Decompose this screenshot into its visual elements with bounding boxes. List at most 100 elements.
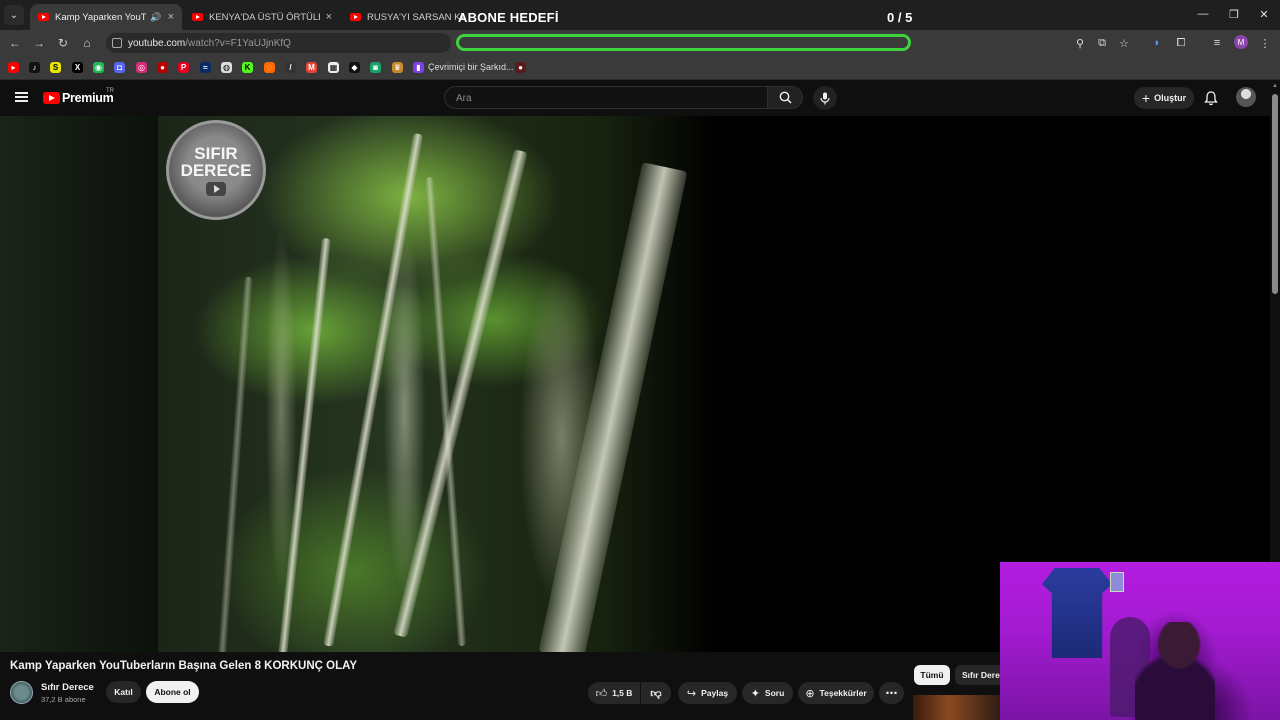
- microphone-icon: [820, 92, 830, 104]
- scrollbar-thumb[interactable]: [1272, 94, 1278, 294]
- subscriber-goal-count: 0 / 5: [887, 10, 913, 25]
- thanks-button[interactable]: ⊕ Teşekkürler: [798, 682, 874, 704]
- close-window-icon[interactable]: ✕: [1249, 4, 1279, 24]
- bookmark-instagram-icon[interactable]: ◎: [136, 62, 147, 73]
- notifications-bell-icon[interactable]: [1203, 90, 1219, 106]
- bookmark-gmail-icon[interactable]: M: [306, 62, 317, 73]
- youtube-masthead: Premium TR Ara + Oluştur: [0, 80, 1270, 116]
- youtube-premium-logo[interactable]: Premium TR: [43, 88, 114, 105]
- menu-kebab-icon[interactable]: ⋮: [1257, 35, 1273, 51]
- bookmark-youtube-icon[interactable]: ▸: [8, 62, 19, 73]
- bookmark-tiktok-icon[interactable]: ♪: [29, 62, 40, 73]
- back-icon[interactable]: ←: [5, 34, 25, 52]
- account-avatar[interactable]: [1236, 87, 1256, 107]
- wall-frame: [1110, 572, 1124, 592]
- dislike-button[interactable]: 👎︎: [641, 682, 671, 704]
- subscriber-count: 37,2 B abone: [41, 695, 86, 704]
- bookmarks-bar: ▸ ♪ S X ◉ ◘ ◎ ● P ≈ ◍ K ◌ / M ▦ ◆ ◙ ♛ ▮ …: [0, 56, 1280, 80]
- ask-button[interactable]: ✦ Soru: [742, 682, 793, 704]
- bookmark-green-icon[interactable]: ◙: [370, 62, 381, 73]
- address-path: /watch?v=F1YaUJjnKfQ: [185, 37, 291, 49]
- tab-close-icon[interactable]: ×: [326, 11, 332, 23]
- tab-title: Kamp Yaparken YouTuberları: [55, 11, 147, 23]
- share-arrow-icon: ↪: [686, 687, 697, 700]
- subscriber-goal-title: ABONE HEDEFİ: [458, 10, 559, 25]
- scroll-up-icon[interactable]: ▲: [1272, 83, 1278, 89]
- youtube-play-logo-icon: [43, 92, 60, 104]
- site-info-icon[interactable]: [112, 38, 122, 48]
- video-title: Kamp Yaparken YouTuberların Başına Gelen…: [10, 660, 358, 672]
- voice-search-button[interactable]: [813, 86, 837, 110]
- chip-channel[interactable]: Sıfır Derec: [955, 665, 1005, 685]
- address-bar[interactable]: youtube.com/watch?v=F1YaUJjnKfQ: [106, 33, 451, 53]
- tab-kamp-yaparken[interactable]: Kamp Yaparken YouTuberları 🔊 ×: [30, 4, 182, 30]
- bookmark-doc-icon[interactable]: ▦: [328, 62, 339, 73]
- bookmark-dark-icon[interactable]: ●: [515, 62, 526, 73]
- youtube-favicon-icon: [192, 13, 203, 21]
- thanks-label: Teşekkürler: [819, 688, 867, 698]
- subscriber-goal-progress-bar: [456, 34, 911, 51]
- country-code: TR: [106, 88, 114, 94]
- bookmark-orange-icon[interactable]: ◌: [264, 62, 275, 73]
- bookmark-pinterest-icon[interactable]: P: [178, 62, 189, 73]
- bookmark-star-icon[interactable]: ☆: [1116, 35, 1132, 51]
- more-horiz-icon: ⋯: [885, 686, 898, 700]
- create-button[interactable]: + Oluştur: [1134, 87, 1194, 109]
- thumbs-up-icon: 👍︎: [595, 687, 608, 700]
- chip-all[interactable]: Tümü: [914, 665, 950, 685]
- plus-icon: +: [1141, 90, 1151, 106]
- bookmark-purple-icon[interactable]: ▮: [413, 62, 424, 73]
- minimize-icon[interactable]: —: [1188, 4, 1218, 24]
- streamer-webcam: [1000, 562, 1280, 720]
- share-button[interactable]: ↪ Paylaş: [678, 682, 737, 704]
- subscribe-button[interactable]: Abone ol: [146, 681, 199, 703]
- tab-close-icon[interactable]: ×: [168, 11, 174, 23]
- zoom-icon[interactable]: ⚲: [1072, 35, 1088, 51]
- join-button[interactable]: Katıl: [106, 681, 141, 703]
- tab-kenya[interactable]: KENYA'DA ÜSTÜ ÖRTÜLEN KOR ×: [184, 4, 340, 30]
- bookmark-red-icon[interactable]: ●: [157, 62, 168, 73]
- tab-title: KENYA'DA ÜSTÜ ÖRTÜLEN KOR: [209, 11, 320, 23]
- bookmark-x-icon[interactable]: X: [72, 62, 83, 73]
- reload-icon[interactable]: ↻: [53, 34, 73, 52]
- channel-name[interactable]: Sıfır Derece: [41, 682, 94, 693]
- channel-avatar[interactable]: [10, 681, 33, 704]
- search-icon: [779, 91, 792, 104]
- bookmark-diamond-icon[interactable]: ◆: [349, 62, 360, 73]
- sparkle-icon: ✦: [750, 687, 760, 700]
- bookmark-white-icon[interactable]: ◍: [221, 62, 232, 73]
- more-actions-button[interactable]: ⋯: [879, 682, 904, 704]
- home-icon[interactable]: ⌂: [77, 34, 97, 52]
- bookmark-kick-icon[interactable]: K: [242, 62, 253, 73]
- ask-label: Soru: [764, 688, 785, 698]
- recommended-video-thumbnail[interactable]: [913, 695, 1003, 720]
- extension-audio-icon[interactable]: ◗: [1149, 35, 1165, 51]
- search-input[interactable]: Ara: [444, 86, 767, 109]
- media-control-icon[interactable]: ≡: [1209, 35, 1225, 51]
- extensions-puzzle-icon[interactable]: ⧠: [1173, 35, 1189, 51]
- search-button[interactable]: [767, 86, 803, 109]
- bookmark-folder-label[interactable]: Çevrimiçi bir Şarkıd...: [428, 62, 514, 72]
- guide-menu-icon[interactable]: [15, 92, 28, 102]
- profile-avatar[interactable]: M: [1234, 35, 1248, 49]
- watermark-line-1: SIFIR: [194, 143, 238, 163]
- bookmark-spotify-icon[interactable]: ◉: [93, 62, 104, 73]
- share-label: Paylaş: [701, 688, 729, 698]
- install-app-icon[interactable]: ⧉: [1094, 35, 1110, 51]
- restore-icon[interactable]: ❐: [1219, 4, 1249, 24]
- bookmark-blue-icon[interactable]: ≈: [200, 62, 211, 73]
- tab-rusya[interactable]: RUSYA'YI SARSAN KARANLIK: [342, 4, 472, 30]
- forward-icon[interactable]: →: [29, 34, 49, 52]
- address-host: youtube.com: [128, 37, 186, 49]
- bookmark-s-icon[interactable]: S: [50, 62, 61, 73]
- channel-watermark[interactable]: SIFIR DERECE: [166, 120, 266, 220]
- speaker-icon[interactable]: 🔊: [150, 12, 161, 23]
- youtube-favicon-icon: [38, 13, 49, 21]
- tab-search-chevron-icon[interactable]: ⌄: [4, 5, 24, 25]
- bookmark-crown-icon[interactable]: ♛: [392, 62, 403, 73]
- like-count: 1,5 B: [612, 688, 633, 698]
- bookmark-dash-icon[interactable]: /: [285, 62, 296, 73]
- youtube-favicon-icon: [350, 13, 361, 21]
- bookmark-discord-icon[interactable]: ◘: [114, 62, 125, 73]
- like-button[interactable]: 👍︎ 1,5 B: [588, 682, 640, 704]
